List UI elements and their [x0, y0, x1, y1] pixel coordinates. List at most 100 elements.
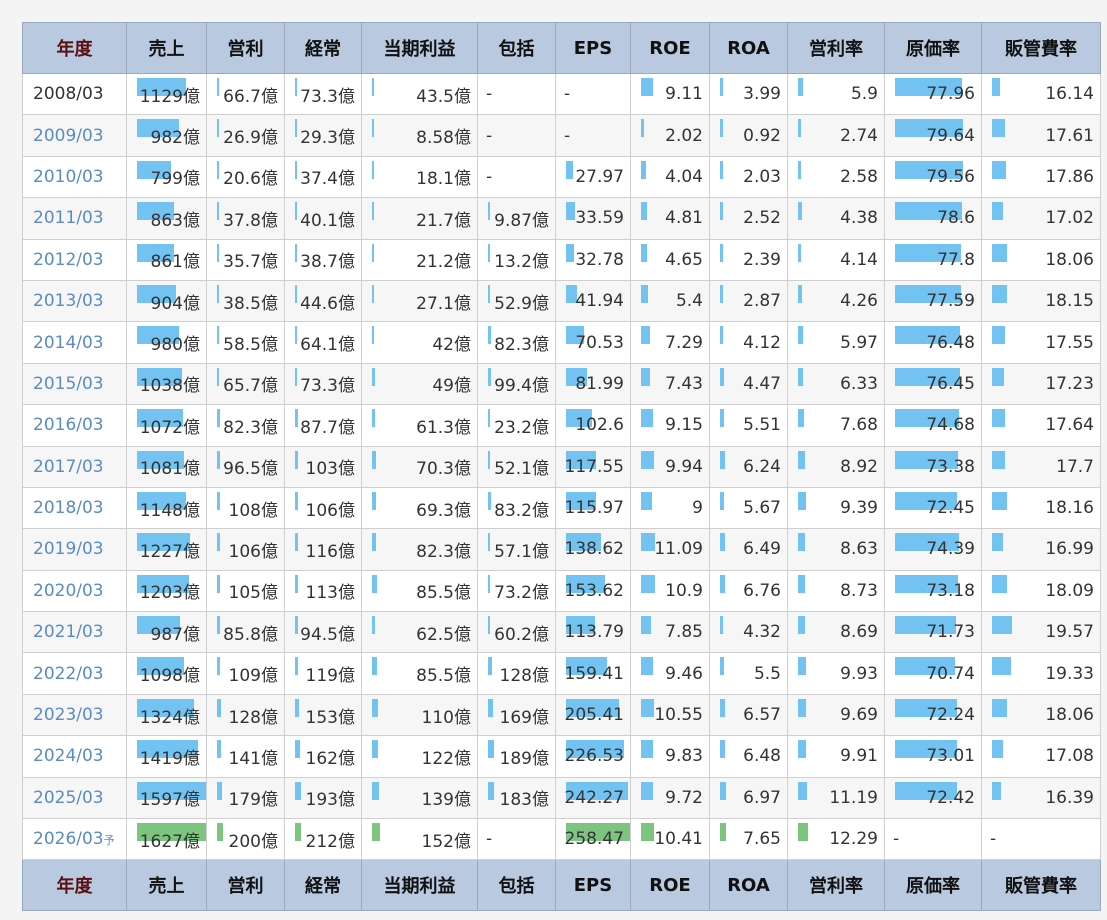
cell-cogs-ratio: -: [884, 818, 982, 861]
col-footer-year[interactable]: 年度: [22, 859, 127, 912]
col-header-cogs-ratio[interactable]: 原価率: [884, 22, 982, 74]
cell-op-margin: 8.63: [787, 528, 885, 571]
cell-sga-ratio: 18.15: [981, 279, 1101, 323]
year-link[interactable]: 2020/03: [22, 569, 127, 613]
value-bar: [992, 409, 1006, 428]
col-header-eps[interactable]: EPS: [555, 22, 631, 74]
cell-operating-profit: 65.7億: [206, 362, 285, 406]
cell-value: 242.27: [564, 787, 624, 808]
year-link[interactable]: 2014/03: [22, 321, 127, 364]
cell-ordinary-profit: 64.1億: [284, 321, 362, 364]
col-header-year[interactable]: 年度: [22, 22, 127, 74]
value-bar: [992, 160, 1006, 179]
cell-roe: 9.46: [630, 652, 710, 695]
year-link[interactable]: 2026/03予: [22, 818, 127, 861]
cell-value: 4.65: [665, 249, 703, 270]
col-footer-net-income[interactable]: 当期利益: [361, 859, 478, 912]
year-link[interactable]: 2022/03: [22, 652, 127, 695]
table-row: 2009/03 982億 26.9億 29.3億 8.58億 - -2.02 0.92 2.74…: [22, 114, 1101, 157]
cell-value: 6.49: [743, 539, 781, 560]
value-bar: [798, 781, 808, 800]
year-link[interactable]: 2009/03: [22, 114, 127, 157]
value-bar: [217, 740, 222, 759]
year-link[interactable]: 2018/03: [22, 486, 127, 530]
value-bar: [798, 574, 806, 593]
col-footer-ordinary-profit[interactable]: 経常: [284, 859, 362, 912]
year-link[interactable]: 2013/03: [22, 279, 127, 323]
value-bar: [217, 491, 221, 510]
col-header-operating-profit[interactable]: 営利: [206, 22, 285, 74]
cell-op-margin: 5.97: [787, 321, 885, 364]
col-header-comprehensive[interactable]: 包括: [477, 22, 556, 74]
year-label: 2018/03: [33, 498, 104, 519]
cell-sga-ratio: 18.16: [981, 486, 1101, 530]
cell-comprehensive: -: [477, 114, 556, 157]
cell-net-income: 69.3億: [361, 486, 478, 530]
year-link[interactable]: 2023/03: [22, 693, 127, 737]
year-link[interactable]: 2011/03: [22, 197, 127, 240]
value-bar: [992, 657, 1012, 676]
year-link[interactable]: 2016/03: [22, 404, 127, 447]
cell-comprehensive: 83.2億: [477, 486, 556, 530]
col-header-roe[interactable]: ROE: [630, 22, 710, 74]
year-link[interactable]: 2010/03: [22, 155, 127, 199]
value-bar: [992, 698, 1007, 717]
cell-net-income: 85.5億: [361, 569, 478, 613]
year-link[interactable]: 2019/03: [22, 528, 127, 571]
year-link[interactable]: 2024/03: [22, 735, 127, 778]
col-header-sales[interactable]: 売上: [126, 22, 207, 74]
cell-value: 1203億: [139, 583, 200, 604]
cell-roa: 2.52: [709, 197, 788, 240]
cell-sales: 1324億: [126, 693, 207, 737]
cell-cogs-ratio: 77.59: [884, 279, 982, 323]
value-bar: [566, 202, 575, 221]
cell-value: 12.29: [829, 829, 878, 850]
cell-roa: 6.97: [709, 776, 788, 820]
year-link[interactable]: 2017/03: [22, 445, 127, 488]
cell-operating-profit: 108億: [206, 486, 285, 530]
cell-net-income: 122億: [361, 735, 478, 778]
cell-value: 21.7億: [416, 210, 471, 231]
year-link[interactable]: 2025/03: [22, 776, 127, 820]
col-footer-operating-profit[interactable]: 営利: [206, 859, 285, 912]
cell-eps: 113.79: [555, 611, 631, 654]
col-footer-op-margin[interactable]: 営利率: [787, 859, 885, 912]
value-bar: [372, 367, 375, 386]
col-header-op-margin[interactable]: 営利率: [787, 22, 885, 74]
cell-operating-profit: 128億: [206, 693, 285, 737]
cell-value: 6.48: [743, 746, 781, 767]
cell-ordinary-profit: 87.7億: [284, 404, 362, 447]
col-header-ordinary-profit[interactable]: 経常: [284, 22, 362, 74]
cell-eps: 33.59: [555, 197, 631, 240]
col-header-sga-ratio[interactable]: 販管費率: [981, 22, 1101, 74]
cell-value: 106億: [228, 541, 278, 562]
cell-value: 76.45: [926, 373, 975, 394]
table-row: 2008/03 1129億 66.7億 73.3億 43.5億 - -9.11 3.99 5.9…: [22, 72, 1101, 116]
year-link[interactable]: 2015/03: [22, 362, 127, 406]
cell-value: 35.7億: [223, 252, 278, 273]
cell-value: 9.69: [840, 705, 878, 726]
cell-value: 904億: [150, 293, 200, 314]
col-footer-sga-ratio[interactable]: 販管費率: [981, 859, 1101, 912]
col-footer-eps[interactable]: EPS: [555, 859, 631, 912]
cell-sales: 1597億: [126, 776, 207, 820]
cell-value: 2.58: [840, 166, 878, 187]
col-footer-roa[interactable]: ROA: [709, 859, 788, 912]
value-bar: [295, 491, 298, 510]
cell-net-income: 42億: [361, 321, 478, 364]
year-link[interactable]: 2012/03: [22, 238, 127, 281]
cell-sga-ratio: 17.08: [981, 735, 1101, 778]
cell-value: 70.74: [926, 663, 975, 684]
col-footer-roe[interactable]: ROE: [630, 859, 710, 912]
col-footer-cogs-ratio[interactable]: 原価率: [884, 859, 982, 912]
col-header-net-income[interactable]: 当期利益: [361, 22, 478, 74]
cell-value: 11.09: [654, 539, 703, 560]
cell-sales: 1203億: [126, 569, 207, 613]
value-bar: [992, 450, 1006, 469]
cell-value: 20.6億: [223, 169, 278, 190]
col-footer-comprehensive[interactable]: 包括: [477, 859, 556, 912]
value-bar: [720, 119, 723, 138]
year-link[interactable]: 2021/03: [22, 611, 127, 654]
col-header-roa[interactable]: ROA: [709, 22, 788, 74]
col-footer-sales[interactable]: 売上: [126, 859, 207, 912]
